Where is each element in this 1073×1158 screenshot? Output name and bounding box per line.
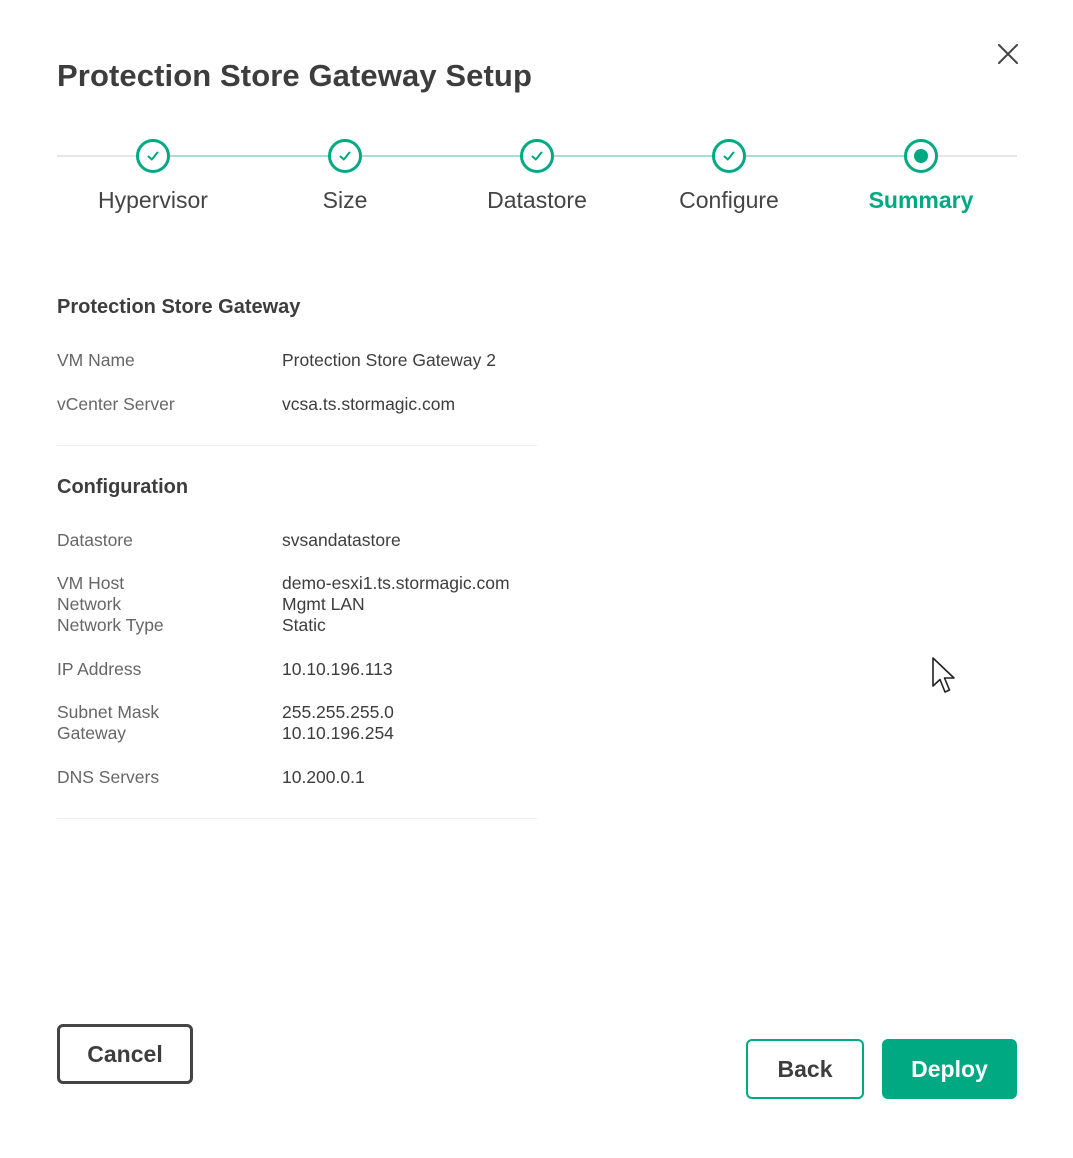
step-complete-indicator: [328, 139, 362, 173]
step-complete-indicator: [136, 139, 170, 173]
detail-key: IP Address: [57, 659, 142, 679]
checkmark-icon: [339, 151, 351, 161]
detail-key: VM Host: [57, 573, 125, 593]
step-complete-indicator: [520, 139, 554, 173]
section-heading: Configuration: [57, 476, 189, 498]
step-label: Hypervisor: [98, 187, 208, 213]
step-summary[interactable]: Summary: [825, 134, 1017, 214]
detail-key: vCenter Server: [57, 394, 175, 414]
detail-value: 10.200.0.1: [282, 767, 365, 787]
step-configure[interactable]: Configure: [633, 134, 825, 214]
detail-key: Datastore: [57, 530, 133, 550]
cancel-button[interactable]: Cancel: [57, 1024, 193, 1084]
step-size[interactable]: Size: [249, 134, 441, 214]
detail-value: vcsa.ts.stormagic.com: [282, 394, 456, 414]
setup-dialog: Protection Store Gateway Setup Hyperviso…: [0, 0, 1073, 1158]
wizard-stepper: Hypervisor Size Datastore Configure Summ…: [57, 134, 1017, 234]
checkmark-icon: [531, 151, 543, 161]
deploy-button[interactable]: Deploy: [882, 1039, 1017, 1099]
detail-value: Protection Store Gateway 2: [282, 350, 496, 370]
detail-key: DNS Servers: [57, 767, 160, 787]
detail-key: Network: [57, 594, 122, 614]
detail-value: 255.255.255.0: [282, 702, 394, 722]
close-button[interactable]: [992, 38, 1024, 70]
step-complete-indicator: [712, 139, 746, 173]
back-button[interactable]: Back: [746, 1039, 864, 1099]
detail-value: svsandatastore: [282, 530, 401, 550]
step-label: Size: [322, 187, 368, 213]
step-label-active: Summary: [868, 187, 974, 213]
detail-key: Subnet Mask: [57, 702, 160, 722]
step-label: Datastore: [487, 187, 587, 213]
dialog-title: Protection Store Gateway Setup: [57, 58, 532, 93]
mouse-cursor-icon: [932, 657, 955, 693]
step-current-indicator: [904, 139, 938, 173]
detail-value: 10.10.196.254: [282, 723, 394, 743]
detail-value: Static: [282, 615, 326, 635]
detail-value: 10.10.196.113: [282, 659, 393, 679]
detail-key: Gateway: [57, 723, 127, 743]
step-hypervisor[interactable]: Hypervisor: [57, 134, 249, 214]
section-divider: [57, 445, 537, 446]
detail-value: Mgmt LAN: [282, 594, 365, 614]
step-datastore[interactable]: Datastore: [441, 134, 633, 214]
detail-value: demo-esxi1.ts.stormagic.com: [282, 573, 510, 593]
checkmark-icon: [147, 151, 159, 161]
close-icon: [998, 44, 1018, 64]
summary-section-configuration: Configuration: [57, 476, 537, 499]
section-heading: Protection Store Gateway: [57, 296, 301, 318]
checkmark-icon: [723, 151, 735, 161]
step-label: Configure: [679, 187, 779, 213]
dot-icon: [914, 149, 928, 163]
detail-key: VM Name: [57, 350, 135, 370]
summary-section-gateway: Protection Store Gateway: [57, 296, 537, 319]
detail-key: Network Type: [57, 615, 164, 635]
section-divider: [57, 818, 537, 819]
